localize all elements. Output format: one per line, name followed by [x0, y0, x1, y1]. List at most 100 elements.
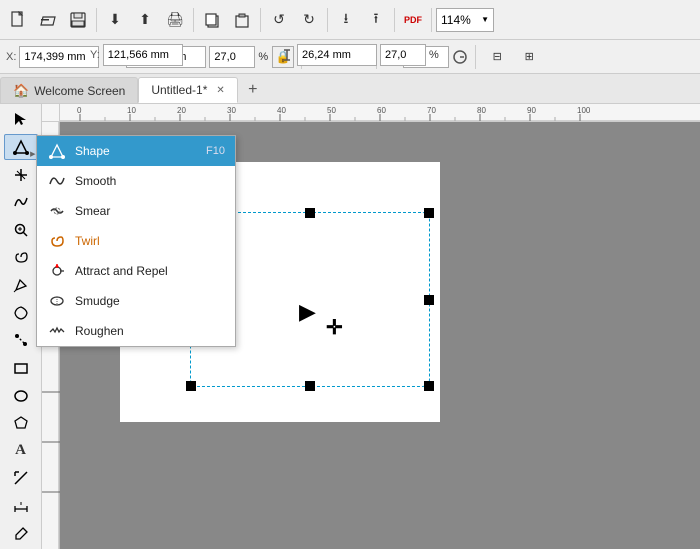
- save-button[interactable]: [64, 6, 92, 34]
- align-btn[interactable]: ⊞: [515, 43, 543, 71]
- zoom-arrow-icon: ▼: [481, 15, 489, 24]
- menu-shape-shortcut: F10: [206, 145, 225, 157]
- zoom-value: 114%: [441, 13, 471, 27]
- dimension-tool-button[interactable]: [4, 493, 38, 520]
- open-button[interactable]: [34, 6, 62, 34]
- export-button[interactable]: ⬆: [131, 6, 159, 34]
- zoom-box[interactable]: 114% ▼: [436, 8, 494, 32]
- cross-cursor: ✛: [326, 315, 343, 340]
- tab-welcome-label: Welcome Screen: [34, 84, 125, 98]
- y-label: Y:: [90, 49, 100, 61]
- x-coord-group: X:: [6, 46, 99, 68]
- sep-c3: [475, 45, 476, 69]
- text-tool-button[interactable]: A: [4, 438, 38, 465]
- menu-twirl-label: Twirl: [75, 234, 100, 248]
- tab-doc-label: Untitled-1*: [151, 83, 207, 97]
- handle-br[interactable]: [424, 381, 434, 391]
- menu-item-smear[interactable]: Smear: [37, 196, 235, 226]
- import-button[interactable]: ⬇: [101, 6, 129, 34]
- handle-mr[interactable]: [424, 295, 434, 305]
- menu-item-smooth[interactable]: Smooth: [37, 166, 235, 196]
- svg-text:60: 60: [377, 106, 386, 115]
- tab-add-icon: +: [248, 81, 257, 99]
- height-icon: [280, 48, 294, 62]
- eyedropper-tool-button[interactable]: [4, 520, 38, 547]
- spiral-tool-button[interactable]: [4, 244, 38, 271]
- ruler-corner: [42, 104, 60, 122]
- handle-tr[interactable]: [424, 208, 434, 218]
- h-coord-group: %: [280, 44, 439, 66]
- new-button[interactable]: [4, 6, 32, 34]
- sep6: [431, 8, 432, 32]
- node-tool-dropdown: Shape F10 Smooth Smear Twirl Attract and…: [36, 135, 236, 347]
- pen-tool-button[interactable]: [4, 272, 38, 299]
- sub-arrow-icon: ▶: [30, 150, 35, 158]
- menu-smudge-label: Smudge: [75, 294, 120, 308]
- sep1: [96, 8, 97, 32]
- smooth-tool-icon: [47, 171, 67, 191]
- x-input[interactable]: [19, 46, 99, 68]
- menu-item-smudge[interactable]: Smudge: [37, 286, 235, 316]
- menu-attract-label: Attract and Repel: [75, 264, 168, 278]
- h-pct-label: %: [429, 49, 439, 61]
- svg-text:0: 0: [77, 106, 82, 115]
- rotation2-icon: [452, 49, 468, 65]
- ruler-top: 0 10 20 30 40 50 60 70 80 90 100: [60, 104, 700, 122]
- menu-shape-label: Shape: [75, 144, 110, 158]
- zoom-tool-button[interactable]: [4, 217, 38, 244]
- h-input[interactable]: [297, 44, 377, 66]
- import2-button[interactable]: ⭳: [332, 6, 360, 34]
- x-label: X:: [6, 51, 16, 63]
- menu-item-roughen[interactable]: Roughen: [37, 316, 235, 346]
- svg-text:50: 50: [327, 106, 336, 115]
- w-pct-input[interactable]: [209, 46, 255, 68]
- ellipse-tool-button[interactable]: [4, 382, 38, 409]
- print-button[interactable]: 🖨: [161, 6, 189, 34]
- rect-tool-button[interactable]: [4, 355, 38, 382]
- svg-text:20: 20: [177, 106, 186, 115]
- select-tool-button[interactable]: [4, 106, 38, 133]
- freehand-tool-button[interactable]: [4, 189, 38, 216]
- tab-doc[interactable]: Untitled-1* ✕: [138, 77, 237, 103]
- svg-text:90: 90: [527, 106, 536, 115]
- line-tool-button[interactable]: [4, 465, 38, 492]
- arrow-cursor: ▶: [299, 301, 316, 323]
- blob-tool-button[interactable]: [4, 299, 38, 326]
- svg-text:10: 10: [127, 106, 136, 115]
- paste-button[interactable]: [228, 6, 256, 34]
- h-pct-input[interactable]: [380, 44, 426, 66]
- copy-button[interactable]: [198, 6, 226, 34]
- transform-btn[interactable]: ⊟: [483, 43, 511, 71]
- connector-tool-button[interactable]: [4, 327, 38, 354]
- menu-item-attract[interactable]: Attract and Repel: [37, 256, 235, 286]
- export2-button[interactable]: ⭱: [362, 6, 390, 34]
- handle-bc[interactable]: [305, 381, 315, 391]
- tab-welcome[interactable]: 🏠 Welcome Screen: [0, 77, 138, 103]
- node-tool-button[interactable]: ▶: [4, 134, 38, 161]
- handle-tc[interactable]: [305, 208, 315, 218]
- undo-button[interactable]: ↺: [265, 6, 293, 34]
- twirl-tool-icon: [47, 231, 67, 251]
- transform-tool-button[interactable]: [4, 161, 38, 188]
- tab-add-button[interactable]: +: [240, 77, 266, 103]
- svg-text:40: 40: [277, 106, 286, 115]
- handle-bl[interactable]: [186, 381, 196, 391]
- menu-item-twirl[interactable]: Twirl: [37, 226, 235, 256]
- menu-roughen-label: Roughen: [75, 324, 124, 338]
- coords-toolbar: X: % 🔒 ↔ ↕ ⊟ ⊞ Y: %: [0, 40, 700, 74]
- menu-smear-label: Smear: [75, 204, 110, 218]
- svg-text:80: 80: [477, 106, 486, 115]
- sep3: [260, 8, 261, 32]
- y-input[interactable]: [103, 44, 183, 66]
- y-coord-group: Y:: [90, 44, 183, 66]
- roughen-tool-icon: [47, 321, 67, 341]
- polygon-tool-button[interactable]: [4, 410, 38, 437]
- sep4: [327, 8, 328, 32]
- tabs-bar: 🏠 Welcome Screen Untitled-1* ✕ +: [0, 74, 700, 104]
- smudge-tool-icon: [47, 291, 67, 311]
- redo-button[interactable]: ↻: [295, 6, 323, 34]
- pdf-button[interactable]: PDF: [399, 6, 427, 34]
- attract-tool-icon: [47, 261, 67, 281]
- menu-item-shape[interactable]: Shape F10: [37, 136, 235, 166]
- tab-close-icon[interactable]: ✕: [216, 85, 224, 96]
